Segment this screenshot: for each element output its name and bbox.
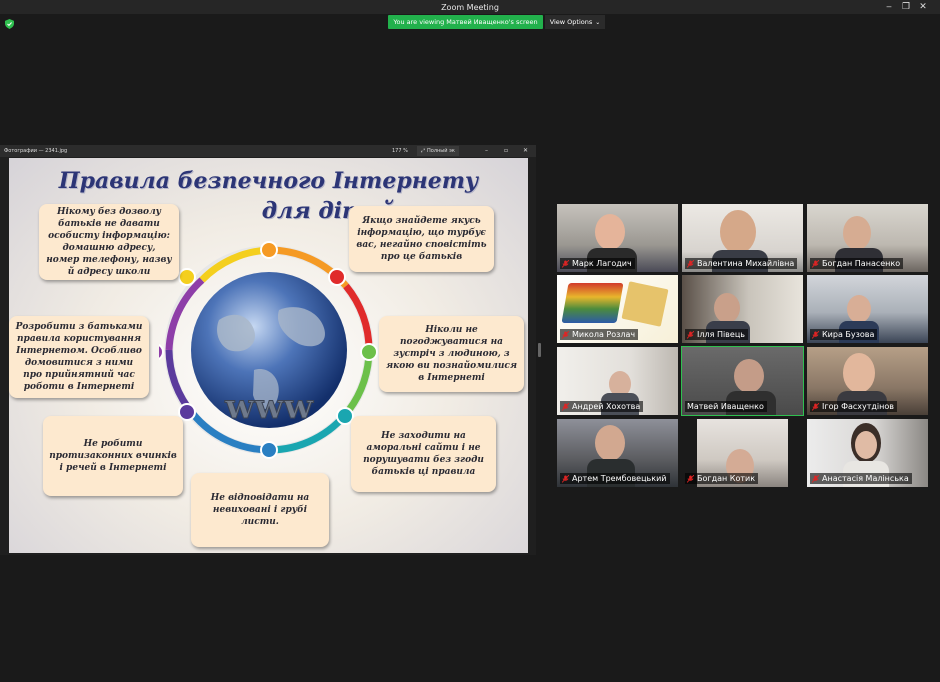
- rule-card-6: Не заходити на аморальні сайти і не пору…: [351, 416, 496, 492]
- scroll-illustration: [621, 281, 669, 327]
- shared-app-close-button[interactable]: ✕: [523, 147, 528, 154]
- window-title-bar: Zoom Meeting ‒ ❐ ✕: [0, 0, 940, 14]
- participant-name-label: Кира Бузова: [810, 329, 878, 340]
- participant-face: [595, 425, 625, 461]
- participant-tile[interactable]: Андрей Хохотва: [557, 347, 678, 415]
- viewing-screen-text: You are viewing Матвей Иващенко's screen: [393, 18, 538, 26]
- shared-app-maximize-button[interactable]: ▫: [504, 147, 508, 154]
- rule-card-5: Не робити протизаконних вчинків і речей …: [43, 416, 183, 496]
- shared-app-minimize-button[interactable]: –: [485, 147, 488, 154]
- rule-card-3: Розробити з батьками правила користуванн…: [9, 316, 149, 398]
- rule-card-7: Не відповідати на невиховані і грубі лис…: [191, 473, 329, 547]
- participant-name-label: Марк Лагодич: [560, 258, 635, 269]
- rule-card-1: Нікому без дозволу батьків не давати осо…: [39, 204, 179, 280]
- muted-mic-icon: [562, 474, 569, 483]
- view-options-label: View Options: [549, 18, 593, 26]
- chevron-down-icon: ⌄: [595, 18, 601, 26]
- rule-card-2: Якщо знайдете якусь інформацію, що турбу…: [349, 206, 494, 272]
- view-options-button[interactable]: View Options ⌄: [545, 15, 605, 29]
- muted-mic-icon: [562, 402, 569, 411]
- viewing-screen-banner: You are viewing Матвей Иващенко's screen: [388, 15, 543, 29]
- poster-title-line1: Правила безпечного Інтернету: [58, 168, 479, 194]
- participant-name-label: Артем Трембовецький: [560, 473, 670, 484]
- muted-mic-icon: [812, 402, 819, 411]
- participant-face: [595, 214, 625, 250]
- svg-text:www: www: [224, 387, 314, 427]
- muted-mic-icon: [812, 330, 819, 339]
- split-drag-handle[interactable]: [538, 343, 541, 357]
- shared-app-title-bar: Фотографии — 2341.jpg 177 % ⤢ Полный эк …: [0, 145, 536, 157]
- participant-tile[interactable]: Анастасія Малінська: [807, 419, 928, 487]
- participant-name-label: Ігор Фасхутдінов: [810, 401, 897, 412]
- participant-name-label: Богдан Котик: [685, 473, 759, 484]
- muted-mic-icon: [687, 330, 694, 339]
- shared-app-title: Фотографии — 2341.jpg: [4, 148, 68, 154]
- participant-tile[interactable]: Микола Розлач: [557, 275, 678, 343]
- expand-icon: ⤢: [421, 148, 426, 154]
- participant-name-label: Микола Розлач: [560, 329, 639, 340]
- muted-mic-icon: [812, 259, 819, 268]
- globe-ring-illustration: www: [159, 241, 378, 459]
- participant-face: [734, 359, 764, 393]
- participant-name-label: Богдан Панасенко: [810, 258, 904, 269]
- participant-face: [847, 295, 871, 323]
- rule-card-4: Ніколи не погоджуватися на зустріч з люд…: [379, 316, 524, 392]
- books-illustration: [561, 283, 624, 323]
- participant-face: [720, 210, 756, 254]
- restore-button[interactable]: ❐: [900, 1, 912, 13]
- participant-tile[interactable]: Артем Трембовецький: [557, 419, 678, 487]
- fullscreen-label: Полный эк: [427, 148, 455, 154]
- participant-tile[interactable]: Кира Бузова: [807, 275, 928, 343]
- muted-mic-icon: [812, 474, 819, 483]
- muted-mic-icon: [562, 330, 569, 339]
- participant-tile[interactable]: Ілля Півець: [682, 275, 803, 343]
- participant-tile[interactable]: Валентина Михайлівна: [682, 204, 803, 272]
- muted-mic-icon: [562, 259, 569, 268]
- participant-tile-active-speaker[interactable]: Матвей Иващенко: [681, 346, 804, 416]
- participant-name-label: Ілля Півець: [685, 329, 748, 340]
- shared-app-zoom: 177 %: [392, 148, 408, 154]
- shared-app-fullscreen-button[interactable]: ⤢ Полный эк: [417, 146, 459, 156]
- participant-tile[interactable]: Ігор Фасхутдінов: [807, 347, 928, 415]
- participant-face: [714, 293, 740, 323]
- shared-poster-image: Правила безпечного Інтернету для дітей w…: [9, 158, 528, 553]
- participant-tile[interactable]: Богдан Панасенко: [807, 204, 928, 272]
- window-title: Zoom Meeting: [441, 2, 499, 12]
- participant-face: [843, 216, 871, 250]
- participant-tile[interactable]: Марк Лагодич: [557, 204, 678, 272]
- close-button[interactable]: ✕: [917, 1, 929, 13]
- encryption-shield-icon[interactable]: [5, 19, 14, 29]
- participant-face: [843, 353, 875, 393]
- muted-mic-icon: [687, 474, 694, 483]
- participant-name-label: Анастасія Малінська: [810, 473, 912, 484]
- minimize-button[interactable]: ‒: [883, 1, 895, 13]
- participant-face: [855, 431, 877, 459]
- participant-name-label: Андрей Хохотва: [560, 401, 644, 412]
- participant-name-label: Матвей Иващенко: [685, 401, 767, 412]
- participant-name-label: Валентина Михайлівна: [685, 258, 798, 269]
- participant-tile[interactable]: Богдан Котик: [682, 419, 803, 487]
- muted-mic-icon: [687, 259, 694, 268]
